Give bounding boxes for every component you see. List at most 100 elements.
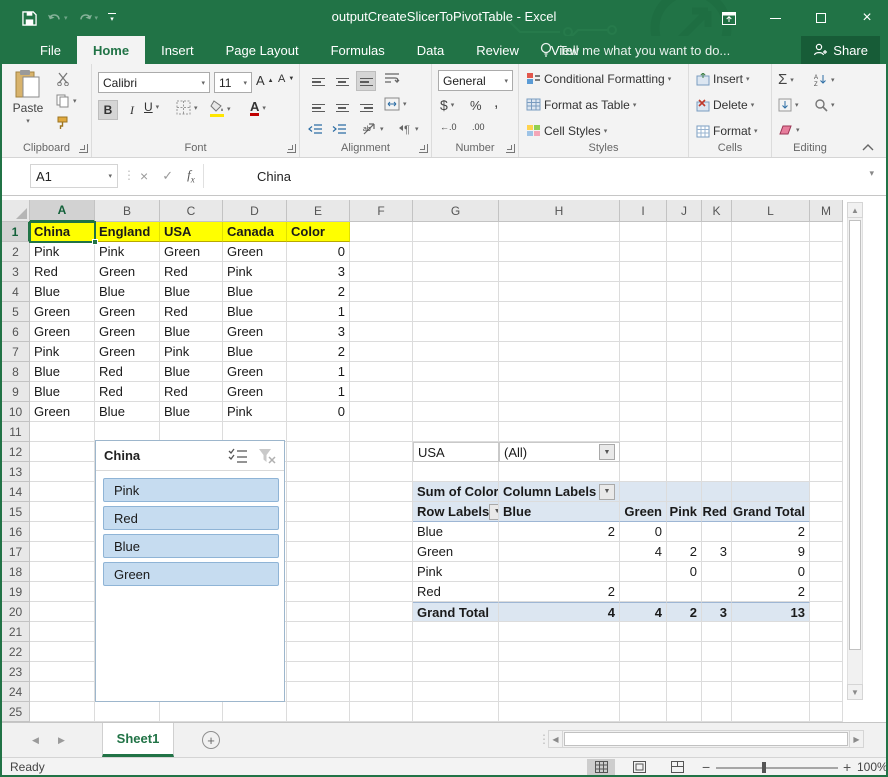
cell-A16[interactable]: [30, 522, 95, 542]
cell-K1[interactable]: [702, 222, 732, 242]
clear-dropdown-icon[interactable]: ▾: [796, 126, 800, 134]
cell-E3[interactable]: 3: [287, 262, 350, 282]
column-header-G[interactable]: G: [413, 200, 499, 222]
cell-K19[interactable]: [702, 582, 732, 602]
cell-L7[interactable]: [732, 342, 810, 362]
accounting-format-button[interactable]: $▾: [440, 97, 454, 113]
cell-G24[interactable]: [413, 682, 499, 702]
cell-A8[interactable]: Blue: [30, 362, 95, 382]
cell-B2[interactable]: Pink: [95, 242, 160, 262]
row-header-4[interactable]: 4: [2, 282, 30, 302]
copy-button[interactable]: ▾: [56, 94, 77, 108]
font-size-dropdown-icon[interactable]: ▾: [243, 79, 247, 87]
cell-H1[interactable]: [499, 222, 620, 242]
cell-J4[interactable]: [667, 282, 702, 302]
cell-I9[interactable]: [620, 382, 667, 402]
font-color-dropdown-icon[interactable]: ▾: [262, 104, 266, 112]
cell-H24[interactable]: [499, 682, 620, 702]
cell-K2[interactable]: [702, 242, 732, 262]
column-header-A[interactable]: A: [30, 200, 95, 222]
row-header-21[interactable]: 21: [2, 622, 30, 642]
cell-A17[interactable]: [30, 542, 95, 562]
cell-C4[interactable]: Blue: [160, 282, 223, 302]
cell-F24[interactable]: [350, 682, 413, 702]
cancel-entry-icon[interactable]: ×: [140, 168, 148, 184]
find-dropdown-icon[interactable]: ▾: [831, 101, 835, 109]
tab-page-layout[interactable]: Page Layout: [210, 36, 315, 64]
row-header-10[interactable]: 10: [2, 402, 30, 422]
merge-dropdown-icon[interactable]: ▾: [403, 100, 407, 108]
cell-H20[interactable]: 4: [499, 602, 620, 622]
cell-M5[interactable]: [810, 302, 843, 322]
close-button[interactable]: ×: [856, 8, 878, 28]
cell-J20[interactable]: 2: [667, 602, 702, 622]
column-header-K[interactable]: K: [702, 200, 732, 222]
cell-F19[interactable]: [350, 582, 413, 602]
cell-E13[interactable]: [287, 462, 350, 482]
cell-K16[interactable]: [702, 522, 732, 542]
cell-G14[interactable]: Sum of Color: [413, 482, 499, 502]
cell-L24[interactable]: [732, 682, 810, 702]
cell-E19[interactable]: [287, 582, 350, 602]
top-align-button[interactable]: [308, 71, 328, 91]
row-header-3[interactable]: 3: [2, 262, 30, 282]
cell-A1[interactable]: China: [30, 222, 95, 242]
borders-dropdown-icon[interactable]: ▾: [194, 104, 198, 112]
cell-J15[interactable]: Pink: [667, 502, 702, 522]
slicer-item-blue[interactable]: Blue: [103, 534, 279, 558]
cell-L10[interactable]: [732, 402, 810, 422]
horizontal-scroll-thumb[interactable]: [564, 732, 848, 746]
cell-F21[interactable]: [350, 622, 413, 642]
cell-F5[interactable]: [350, 302, 413, 322]
next-sheet-icon[interactable]: ▶: [58, 735, 65, 746]
sheet-tab-sheet1[interactable]: Sheet1: [102, 723, 174, 757]
cell-G7[interactable]: [413, 342, 499, 362]
cell-G8[interactable]: [413, 362, 499, 382]
column-header-J[interactable]: J: [667, 200, 702, 222]
row-header-19[interactable]: 19: [2, 582, 30, 602]
cell-K22[interactable]: [702, 642, 732, 662]
cell-J5[interactable]: [667, 302, 702, 322]
cell-J23[interactable]: [667, 662, 702, 682]
cell-I7[interactable]: [620, 342, 667, 362]
cell-E4[interactable]: 2: [287, 282, 350, 302]
cell-C5[interactable]: Red: [160, 302, 223, 322]
cell-J2[interactable]: [667, 242, 702, 262]
minimize-button[interactable]: [764, 8, 786, 28]
cell-H5[interactable]: [499, 302, 620, 322]
cell-A10[interactable]: Green: [30, 402, 95, 422]
cell-K17[interactable]: 3: [702, 542, 732, 562]
zoom-slider-track[interactable]: [716, 767, 838, 769]
cell-J22[interactable]: [667, 642, 702, 662]
cell-A5[interactable]: Green: [30, 302, 95, 322]
cell-H25[interactable]: [499, 702, 620, 722]
decrease-decimal-button[interactable]: .00: [472, 122, 485, 132]
horizontal-scrollbar[interactable]: ◀ ▶: [548, 730, 864, 748]
cell-F18[interactable]: [350, 562, 413, 582]
cell-B1[interactable]: England: [95, 222, 160, 242]
insert-cells-button[interactable]: Insert▾: [696, 72, 750, 86]
cell-L21[interactable]: [732, 622, 810, 642]
cell-J18[interactable]: 0: [667, 562, 702, 582]
cell-K3[interactable]: [702, 262, 732, 282]
cell-L17[interactable]: 9: [732, 542, 810, 562]
row-labels-dropdown-icon[interactable]: ▼: [489, 504, 499, 520]
cell-A4[interactable]: Blue: [30, 282, 95, 302]
formula-bar-expand-icon[interactable]: ▾: [869, 168, 874, 179]
cell-K12[interactable]: [702, 442, 732, 462]
cell-E2[interactable]: 0: [287, 242, 350, 262]
row-header-13[interactable]: 13: [2, 462, 30, 482]
cell-K25[interactable]: [702, 702, 732, 722]
cell-M1[interactable]: [810, 222, 843, 242]
cell-M15[interactable]: [810, 502, 843, 522]
cell-G5[interactable]: [413, 302, 499, 322]
cell-C8[interactable]: Blue: [160, 362, 223, 382]
alignment-dialog-launcher[interactable]: [419, 144, 428, 153]
comma-style-button[interactable]: ,: [494, 94, 498, 112]
accounting-dropdown-icon[interactable]: ▾: [451, 101, 455, 109]
cell-L9[interactable]: [732, 382, 810, 402]
sort-filter-dropdown-icon[interactable]: ▾: [831, 76, 835, 84]
cell-E18[interactable]: [287, 562, 350, 582]
cell-J24[interactable]: [667, 682, 702, 702]
name-box[interactable]: A1 ▾: [30, 164, 118, 188]
